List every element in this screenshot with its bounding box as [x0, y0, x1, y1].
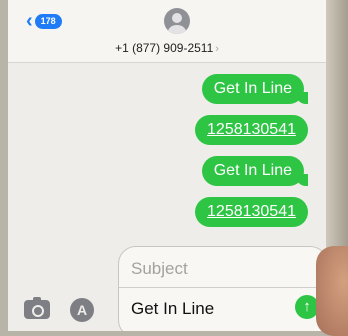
chevron-left-icon: ‹ [26, 10, 33, 32]
finger [316, 246, 348, 336]
subject-input[interactable]: Subject [131, 259, 188, 279]
camera-icon[interactable] [24, 297, 50, 319]
camera-bump [33, 297, 41, 301]
compose-divider [119, 287, 326, 288]
app-store-icon[interactable]: A [70, 298, 94, 322]
back-button[interactable]: ‹ 178 [26, 11, 62, 31]
contact-number: +1 (877) 909-2511 [115, 41, 214, 55]
unread-count-badge: 178 [34, 13, 62, 29]
messages-screen: ‹ 178 +1 (877) 909-2511 › Get In Line 125… [8, 0, 326, 331]
avatar-body [168, 25, 186, 34]
message-bubble[interactable]: Get In Line [201, 74, 309, 104]
message-bubble-phone-link[interactable]: 1258130541 [195, 115, 308, 145]
contact-name-button[interactable]: +1 (877) 909-2511 › [8, 41, 326, 55]
compose-box[interactable]: Subject Get In Line ↑ [118, 246, 326, 331]
conversation-header: ‹ 178 +1 (877) 909-2511 › [8, 0, 326, 63]
avatar-head [172, 13, 182, 23]
camera-lens [32, 305, 44, 317]
message-bubble-phone-link[interactable]: 1258130541 [195, 197, 308, 227]
message-bubble[interactable]: Get In Line [201, 156, 309, 186]
chevron-right-icon: › [215, 43, 219, 55]
contact-avatar-icon[interactable] [164, 8, 190, 34]
message-input[interactable]: Get In Line [131, 299, 214, 319]
